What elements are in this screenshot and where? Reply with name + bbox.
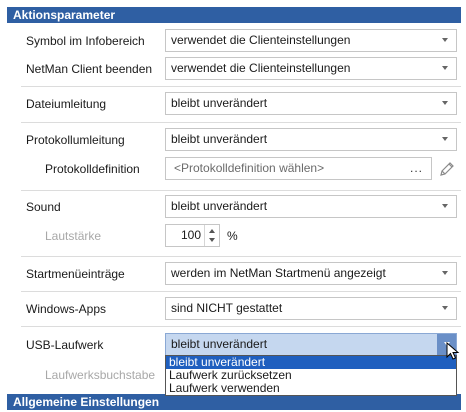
log-redirect-select[interactable]: bleibt unverändert (165, 128, 457, 151)
chevron-down-icon[interactable] (209, 238, 215, 242)
windows-apps-select-value: sind NICHT gestattet (171, 301, 283, 315)
chevron-down-icon (442, 101, 448, 105)
chevron-down-icon (442, 271, 448, 275)
section-header-action-params: Aktionsparameter (7, 7, 461, 23)
divider (21, 326, 461, 327)
chevron-down-icon (442, 38, 448, 42)
symbol-select[interactable]: verwendet die Clienteinstellungen (165, 29, 457, 52)
pencil-icon[interactable] (438, 160, 456, 178)
mouse-cursor-icon (446, 342, 460, 360)
log-definition-label: Protokolldefinition (45, 162, 140, 176)
volume-label: Lautstärke (45, 229, 102, 243)
usb-select-value: bleibt unverändert (171, 337, 268, 351)
usb-option[interactable]: Laufwerk verwenden (166, 382, 456, 395)
file-redirect-label: Dateiumleitung (26, 97, 107, 111)
browse-button[interactable]: ... (410, 158, 423, 179)
sound-select-value: bleibt unverändert (171, 199, 268, 213)
drive-letter-label: Laufwerksbuchstabe (45, 368, 156, 382)
chevron-up-icon[interactable] (209, 229, 215, 233)
divider (21, 122, 461, 123)
symbol-select-value: verwendet die Clienteinstellungen (171, 33, 351, 47)
usb-select[interactable]: bleibt unverändert (165, 333, 457, 356)
file-redirect-select-value: bleibt unverändert (171, 96, 268, 110)
startmenu-select-value: werden im NetMan Startmenü angezeigt (171, 266, 386, 280)
sound-label: Sound (26, 200, 61, 214)
divider (21, 291, 461, 292)
windows-apps-select[interactable]: sind NICHT gestattet (165, 297, 457, 320)
usb-dropdown-list[interactable]: bleibt unverändert Laufwerk zurücksetzen… (165, 355, 457, 396)
sound-select[interactable]: bleibt unverändert (165, 195, 457, 218)
volume-stepper[interactable]: 100 (165, 224, 220, 247)
client-exit-select[interactable]: verwendet die Clienteinstellungen (165, 57, 457, 80)
volume-unit: % (227, 229, 238, 243)
log-definition-field[interactable]: <Protokolldefinition wählen> ... (165, 157, 432, 180)
volume-spin-buttons[interactable] (204, 225, 219, 246)
log-redirect-select-value: bleibt unverändert (171, 132, 268, 146)
client-exit-label: NetMan Client beenden (26, 62, 153, 76)
startmenu-select[interactable]: werden im NetMan Startmenü angezeigt (165, 262, 457, 285)
chevron-down-icon (442, 204, 448, 208)
chevron-down-icon (442, 306, 448, 310)
chevron-down-icon (442, 66, 448, 70)
startmenu-label: Startmenüeinträge (26, 267, 125, 281)
file-redirect-select[interactable]: bleibt unverändert (165, 92, 457, 115)
divider (21, 190, 461, 191)
divider (21, 256, 461, 257)
volume-value: 100 (180, 228, 201, 242)
chevron-down-icon (442, 137, 448, 141)
windows-apps-label: Windows-Apps (26, 302, 107, 316)
section-header-general-settings: Allgemeine Einstellungen (7, 394, 461, 410)
log-definition-placeholder: <Protokolldefinition wählen> (174, 161, 325, 175)
client-exit-select-value: verwendet die Clienteinstellungen (171, 61, 351, 75)
log-redirect-label: Protokollumleitung (26, 133, 125, 147)
symbol-label: Symbol im Infobereich (26, 34, 145, 48)
usb-label: USB-Laufwerk (26, 338, 104, 352)
divider (21, 86, 461, 87)
